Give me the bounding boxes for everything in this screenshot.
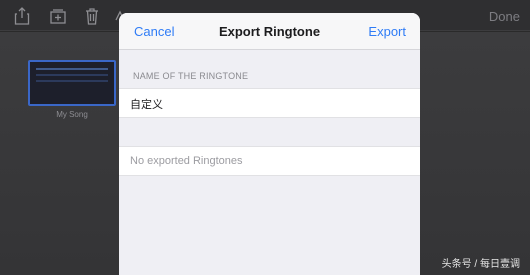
song-thumbnail[interactable] xyxy=(28,60,116,106)
watermark-text: 头条号 / 每日壹调 xyxy=(441,259,520,270)
ringtone-name-section-header: NAME OF THE RINGTONE xyxy=(133,71,249,81)
done-button[interactable]: Done xyxy=(489,9,520,24)
trash-icon[interactable] xyxy=(82,6,102,26)
ringtone-name-row[interactable] xyxy=(119,88,420,118)
add-to-icon[interactable] xyxy=(48,6,68,26)
export-ringtone-modal: Cancel Export Ringtone Export NAME OF TH… xyxy=(119,13,420,275)
exported-ringtones-list: No exported Ringtones xyxy=(119,146,420,176)
export-button[interactable]: Export xyxy=(368,24,406,39)
share-icon[interactable] xyxy=(12,6,32,26)
ringtone-name-field[interactable] xyxy=(130,96,400,112)
modal-navigation-bar: Cancel Export Ringtone Export xyxy=(119,13,420,50)
song-name-label: My Song xyxy=(56,110,88,119)
empty-list-message: No exported Ringtones xyxy=(130,155,243,167)
